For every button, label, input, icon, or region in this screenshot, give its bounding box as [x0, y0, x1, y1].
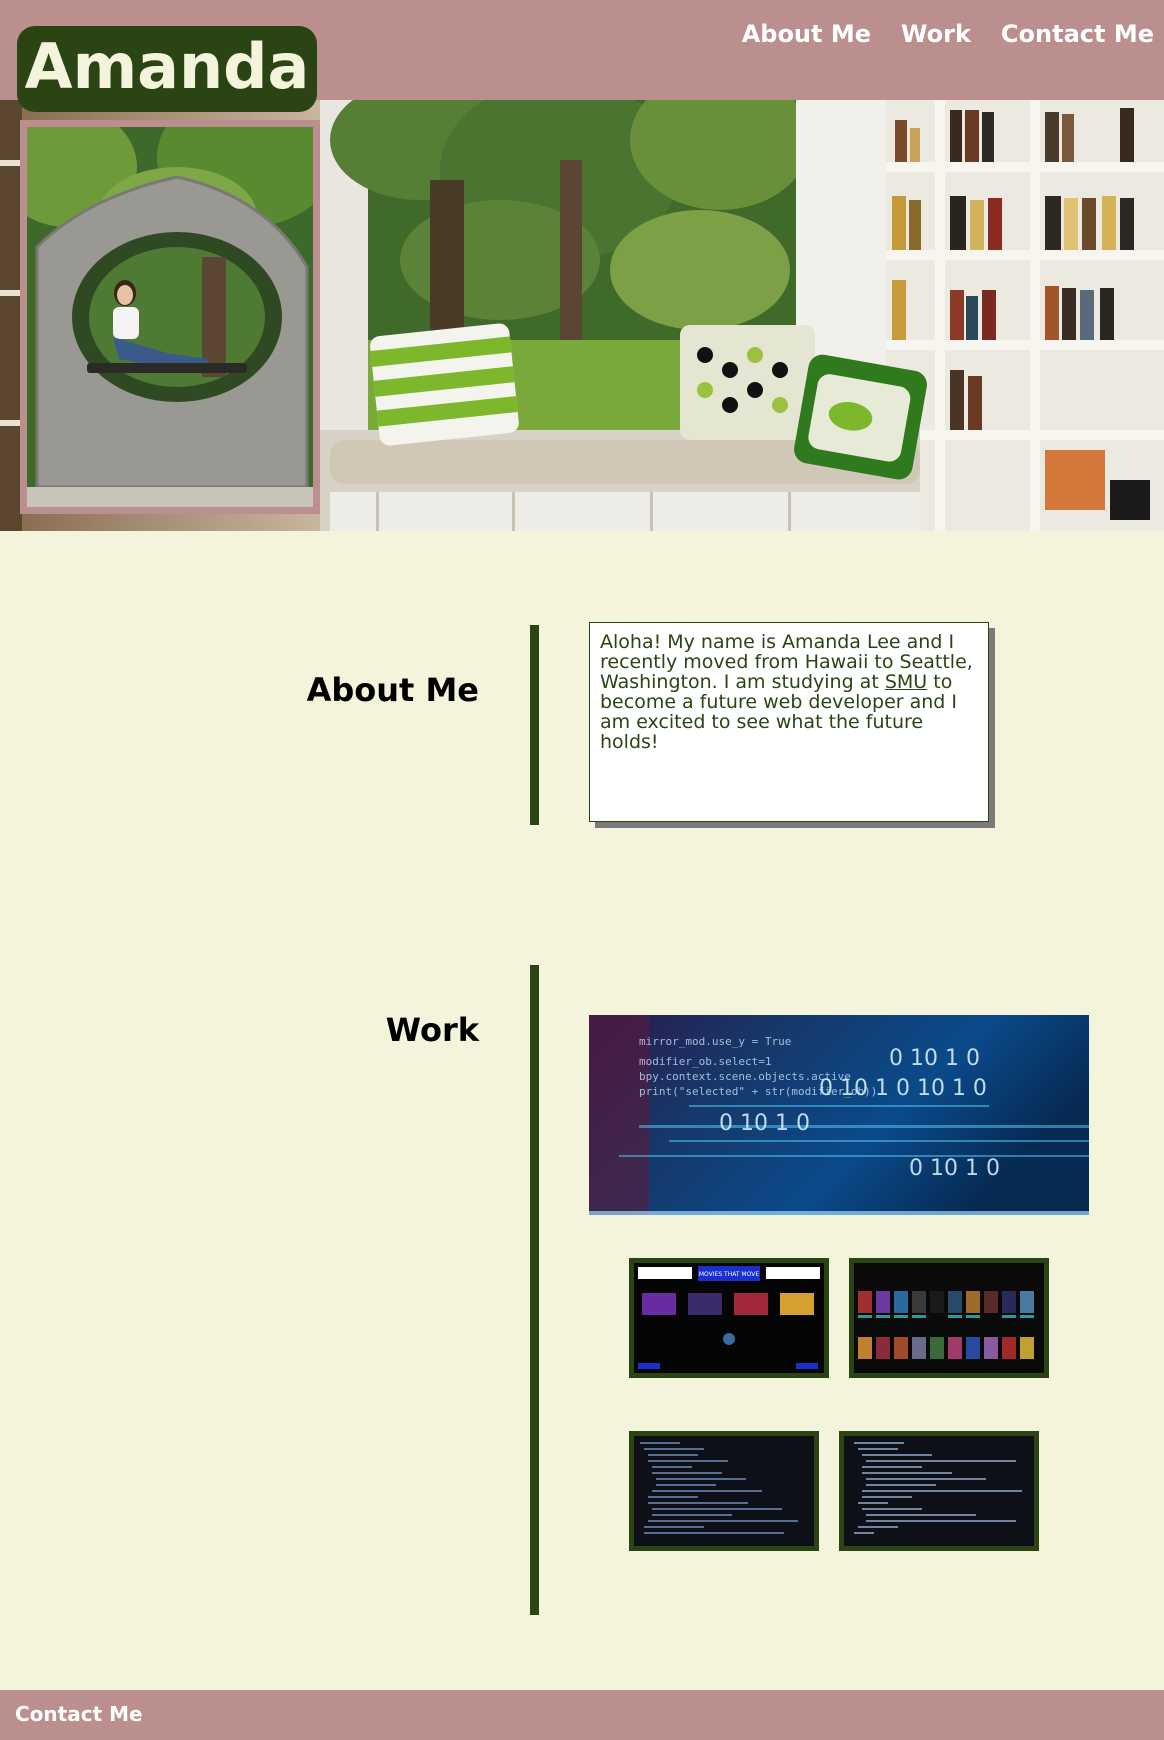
- project-thumbnail-posters-image: [854, 1263, 1044, 1373]
- footer-contact-heading: Contact Me: [15, 1702, 143, 1726]
- project-thumbnail-code-1[interactable]: [629, 1431, 819, 1551]
- svg-text:0 10 1 0: 0 10 1 0: [909, 1156, 1000, 1181]
- main-nav: About Me Work Contact Me: [742, 20, 1154, 48]
- about-divider: [530, 625, 539, 825]
- nav-link-contact-me[interactable]: Contact Me: [1001, 20, 1154, 48]
- smu-link[interactable]: SMU: [885, 671, 927, 693]
- site-footer: Contact Me: [0, 1690, 1164, 1740]
- profile-photo: [20, 120, 320, 514]
- svg-text:mirror_mod.use_y = True: mirror_mod.use_y = True: [639, 1035, 791, 1048]
- about-me-card: Aloha! My name is Amanda Lee and I recen…: [589, 622, 989, 822]
- nav-link-work[interactable]: Work: [901, 20, 971, 48]
- brand-name-badge: Amanda: [17, 26, 317, 112]
- work-heading: Work: [385, 1011, 479, 1049]
- work-banner-image[interactable]: mirror_mod.use_y = True modifier_ob.sele…: [589, 1015, 1089, 1215]
- project-thumbnail-movies[interactable]: MOVIES THAT MOVE: [629, 1258, 829, 1378]
- svg-text:0 10 1 0: 0 10 1 0: [719, 1111, 810, 1136]
- nav-link-about-me[interactable]: About Me: [742, 20, 871, 48]
- project-thumbnail-code-1-image: [634, 1436, 814, 1546]
- project-thumbnail-posters[interactable]: [849, 1258, 1049, 1378]
- svg-text:0 10 1 0: 0 10 1 0: [889, 1046, 980, 1071]
- svg-text:0 10 1 0 10 1 0: 0 10 1 0 10 1 0: [819, 1076, 987, 1101]
- thumb-movies-title: MOVIES THAT MOVE: [699, 1271, 759, 1278]
- project-thumbnail-code-2-image: [844, 1436, 1034, 1546]
- about-me-heading: About Me: [306, 671, 479, 709]
- work-divider: [530, 965, 539, 1615]
- project-thumbnail-movies-image: MOVIES THAT MOVE: [634, 1263, 824, 1373]
- project-thumbnail-code-2[interactable]: [839, 1431, 1039, 1551]
- profile-photo-image: [27, 127, 313, 507]
- svg-text:modifier_ob.select=1: modifier_ob.select=1: [639, 1055, 771, 1068]
